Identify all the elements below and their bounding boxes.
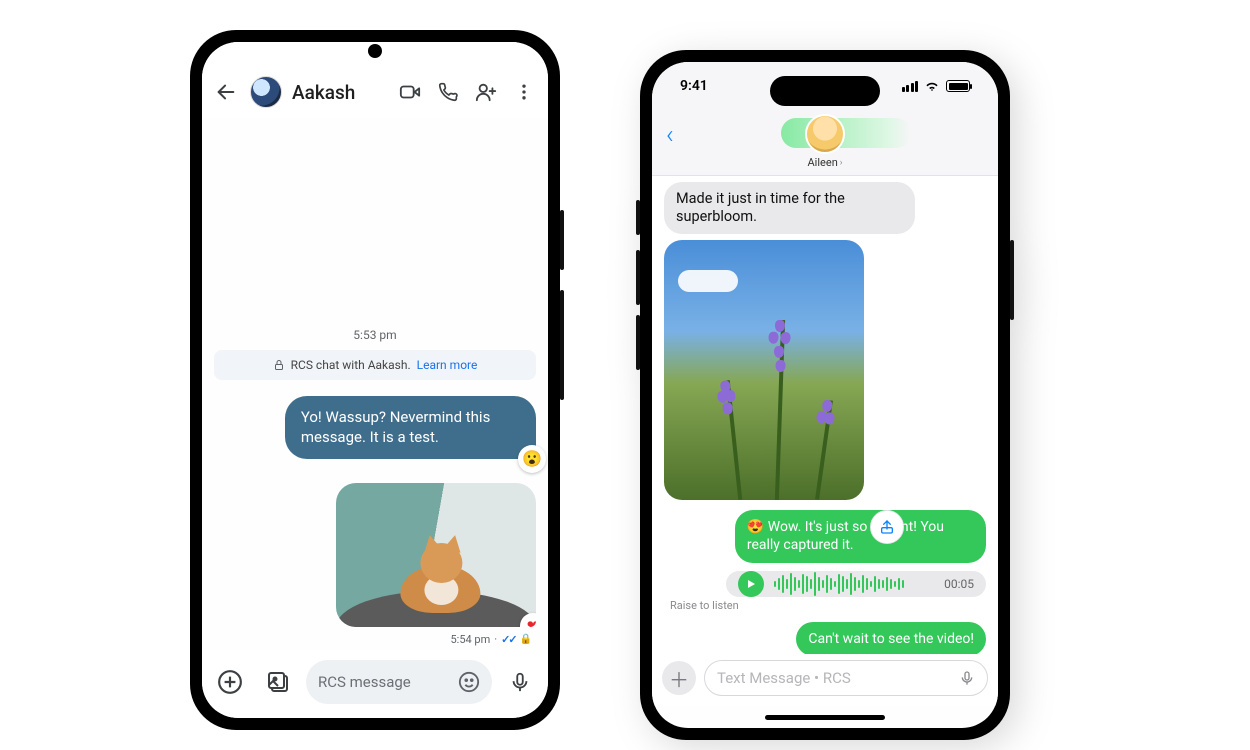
lock-icon xyxy=(273,359,285,371)
rcs-learn-more-link[interactable]: Learn more xyxy=(417,358,478,372)
header-accent xyxy=(781,118,911,148)
iphone-side-button xyxy=(1010,240,1014,320)
share-button[interactable] xyxy=(870,510,904,544)
message-meta: 5:54 pm · ✓✓ 🔒 xyxy=(450,633,532,646)
raise-to-listen-hint: Raise to listen xyxy=(670,599,739,612)
incoming-image-message[interactable] xyxy=(664,240,864,500)
contact-name: Aileen xyxy=(808,156,838,169)
iphone-volume-up xyxy=(636,250,640,305)
back-arrow-icon[interactable] xyxy=(212,78,240,106)
android-chat-body[interactable]: 5:53 pm RCS chat with Aakash. Learn more… xyxy=(202,118,548,650)
audio-waveform xyxy=(774,572,934,596)
gallery-button[interactable] xyxy=(258,662,298,702)
android-compose-bar: RCS message xyxy=(202,650,548,718)
outgoing-message-text: Yo! Wassup? Nevermind this message. It i… xyxy=(301,408,490,446)
incoming-message-text: Made it just in time for the superbloom. xyxy=(676,190,845,225)
voice-message-bubble[interactable]: 00:05 xyxy=(726,571,986,597)
contact-name[interactable]: Aakash xyxy=(292,81,355,104)
play-button[interactable] xyxy=(738,571,764,597)
iphone-mute-switch xyxy=(636,200,640,235)
android-screen: Aakash 5:53 pm RCS chat with Aakash. Lea… xyxy=(202,42,548,718)
add-attachment-button[interactable] xyxy=(210,662,250,702)
message-placeholder: Text Message • RCS xyxy=(717,669,951,687)
audio-duration: 00:05 xyxy=(944,577,974,591)
incoming-image-wrapper xyxy=(664,240,864,510)
contact-avatar[interactable] xyxy=(805,114,845,154)
rcs-info-banner: RCS chat with Aakash. Learn more xyxy=(214,350,536,380)
wifi-icon xyxy=(924,80,940,92)
message-input[interactable]: Text Message • RCS xyxy=(704,660,988,696)
voice-call-icon[interactable] xyxy=(434,78,462,106)
message-placeholder: RCS message xyxy=(318,673,448,691)
back-chevron-icon[interactable]: ‹ xyxy=(666,120,674,150)
ios-chat-body[interactable]: Made it just in time for the superbloom. xyxy=(652,176,998,654)
outgoing-message-bubble-2[interactable]: Can't wait to see the video! xyxy=(796,622,986,654)
dynamic-island xyxy=(770,76,880,106)
emoji-button[interactable] xyxy=(458,671,480,693)
chat-timestamp: 5:53 pm xyxy=(214,328,536,342)
cellular-signal-icon xyxy=(902,81,919,92)
message-input[interactable]: RCS message xyxy=(306,660,492,704)
cat-illustration xyxy=(390,533,485,613)
dictation-icon[interactable] xyxy=(959,670,975,686)
home-indicator[interactable] xyxy=(652,706,998,728)
message-reaction[interactable]: 😮 xyxy=(518,445,546,473)
iphone-screen: 9:41 ‹ Aileen › Made it just in time for… xyxy=(652,62,998,728)
chevron-right-icon: › xyxy=(840,158,843,168)
message-time: 5:54 pm xyxy=(450,633,490,646)
add-attachment-button[interactable]: ＋ xyxy=(662,661,696,695)
status-time: 9:41 xyxy=(680,78,708,94)
battery-icon xyxy=(946,80,970,92)
lock-icon: 🔒 xyxy=(520,634,532,645)
outgoing-message-bubble-1[interactable]: 😍 Wow. It's just so vibrant! You really … xyxy=(735,510,986,562)
voice-input-button[interactable] xyxy=(500,662,540,702)
ios-compose-bar: ＋ Text Message • RCS xyxy=(652,654,998,706)
android-phone-frame: Aakash 5:53 pm RCS chat with Aakash. Lea… xyxy=(190,30,560,730)
add-person-icon[interactable] xyxy=(472,78,500,106)
iphone-frame: 9:41 ‹ Aileen › Made it just in time for… xyxy=(640,50,1010,740)
incoming-message-bubble[interactable]: Made it just in time for the superbloom. xyxy=(664,182,915,234)
outgoing-emoji: 😍 xyxy=(747,519,764,535)
read-receipt-icon: ✓✓ xyxy=(501,633,515,646)
android-front-camera xyxy=(368,44,382,58)
iphone-volume-down xyxy=(636,315,640,370)
rcs-banner-text: RCS chat with Aakash. xyxy=(291,358,411,372)
contact-avatar[interactable] xyxy=(250,76,282,108)
android-volume-button xyxy=(560,290,564,400)
more-vert-icon[interactable] xyxy=(510,78,538,106)
outgoing-message-text: Can't wait to see the video! xyxy=(808,631,974,647)
outgoing-message-text: Wow. It's just so vibrant! You really ca… xyxy=(747,519,944,553)
android-power-button xyxy=(560,210,564,270)
video-call-icon[interactable] xyxy=(396,78,424,106)
outgoing-message-bubble[interactable]: Yo! Wassup? Nevermind this message. It i… xyxy=(285,396,536,459)
outgoing-image-message[interactable]: ❤ xyxy=(336,483,536,627)
contact-name-row[interactable]: Aileen › xyxy=(808,156,843,169)
